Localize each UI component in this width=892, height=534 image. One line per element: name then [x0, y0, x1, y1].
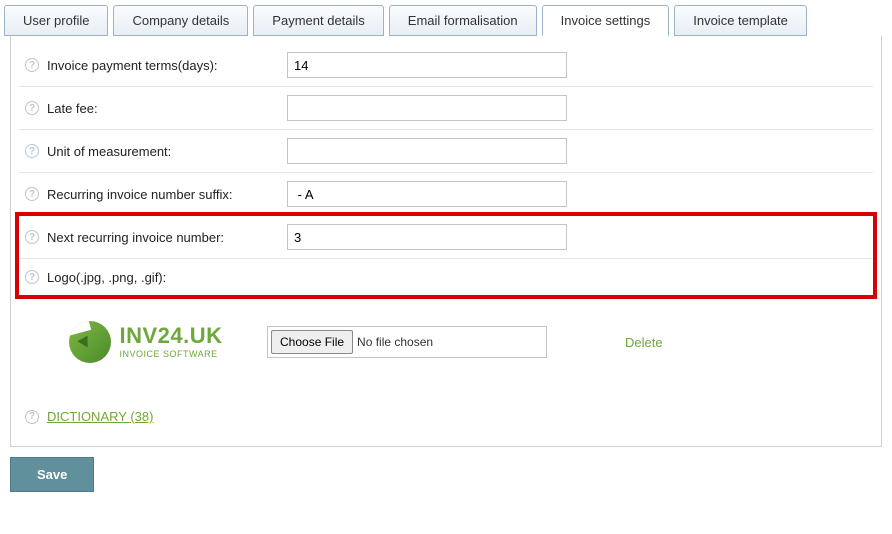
- label-suffix: Recurring invoice number suffix:: [47, 187, 287, 202]
- row-unit: ? Unit of measurement:: [19, 130, 873, 173]
- tab-bar: User profile Company details Payment det…: [0, 0, 892, 36]
- row-next-number: ? Next recurring invoice number:: [19, 216, 873, 259]
- label-payment-terms: Invoice payment terms(days):: [47, 58, 287, 73]
- file-status: No file chosen: [357, 335, 433, 349]
- help-icon[interactable]: ?: [25, 270, 39, 284]
- tab-user-profile[interactable]: User profile: [4, 5, 108, 36]
- tab-email-formalisation[interactable]: Email formalisation: [389, 5, 537, 36]
- logo-subtitle: INVOICE SOFTWARE: [119, 350, 222, 359]
- input-unit[interactable]: [287, 138, 567, 164]
- input-payment-terms[interactable]: [287, 52, 567, 78]
- help-icon[interactable]: ?: [25, 230, 39, 244]
- row-late-fee: ? Late fee:: [19, 87, 873, 130]
- help-icon[interactable]: ?: [25, 410, 39, 424]
- row-payment-terms: ? Invoice payment terms(days):: [19, 44, 873, 87]
- logo-preview: INV24.UK INVOICE SOFTWARE: [25, 321, 267, 363]
- file-upload-area: Choose File No file chosen Delete: [267, 326, 663, 358]
- tab-company-details[interactable]: Company details: [113, 5, 248, 36]
- input-late-fee[interactable]: [287, 95, 567, 121]
- help-icon[interactable]: ?: [25, 144, 39, 158]
- choose-file-button[interactable]: Choose File: [271, 330, 353, 354]
- label-next-number: Next recurring invoice number:: [47, 230, 287, 245]
- input-suffix[interactable]: [287, 181, 567, 207]
- tab-invoice-template[interactable]: Invoice template: [674, 5, 807, 36]
- row-logo: ? Logo(.jpg, .png, .gif):: [19, 259, 873, 295]
- help-icon[interactable]: ?: [25, 187, 39, 201]
- help-icon[interactable]: ?: [25, 58, 39, 72]
- highlight-box: ? Next recurring invoice number: ? Logo(…: [15, 212, 877, 299]
- dictionary-link[interactable]: DICTIONARY (38): [47, 409, 153, 424]
- input-next-number[interactable]: [287, 224, 567, 250]
- label-unit: Unit of measurement:: [47, 144, 287, 159]
- logo-title: INV24.UK: [119, 325, 222, 347]
- save-button[interactable]: Save: [10, 457, 94, 492]
- label-logo: Logo(.jpg, .png, .gif):: [47, 270, 287, 285]
- row-dictionary: ? DICTIONARY (38): [19, 389, 873, 436]
- tab-invoice-settings[interactable]: Invoice settings: [542, 5, 670, 36]
- tab-payment-details[interactable]: Payment details: [253, 5, 384, 36]
- row-logo-upload: INV24.UK INVOICE SOFTWARE Choose File No…: [19, 295, 873, 389]
- help-icon[interactable]: ?: [25, 101, 39, 115]
- label-late-fee: Late fee:: [47, 101, 287, 116]
- row-suffix: ? Recurring invoice number suffix:: [19, 173, 873, 216]
- logo-mark-icon: [69, 321, 111, 363]
- delete-link[interactable]: Delete: [625, 335, 663, 350]
- form-panel: ? Invoice payment terms(days): ? Late fe…: [10, 35, 882, 447]
